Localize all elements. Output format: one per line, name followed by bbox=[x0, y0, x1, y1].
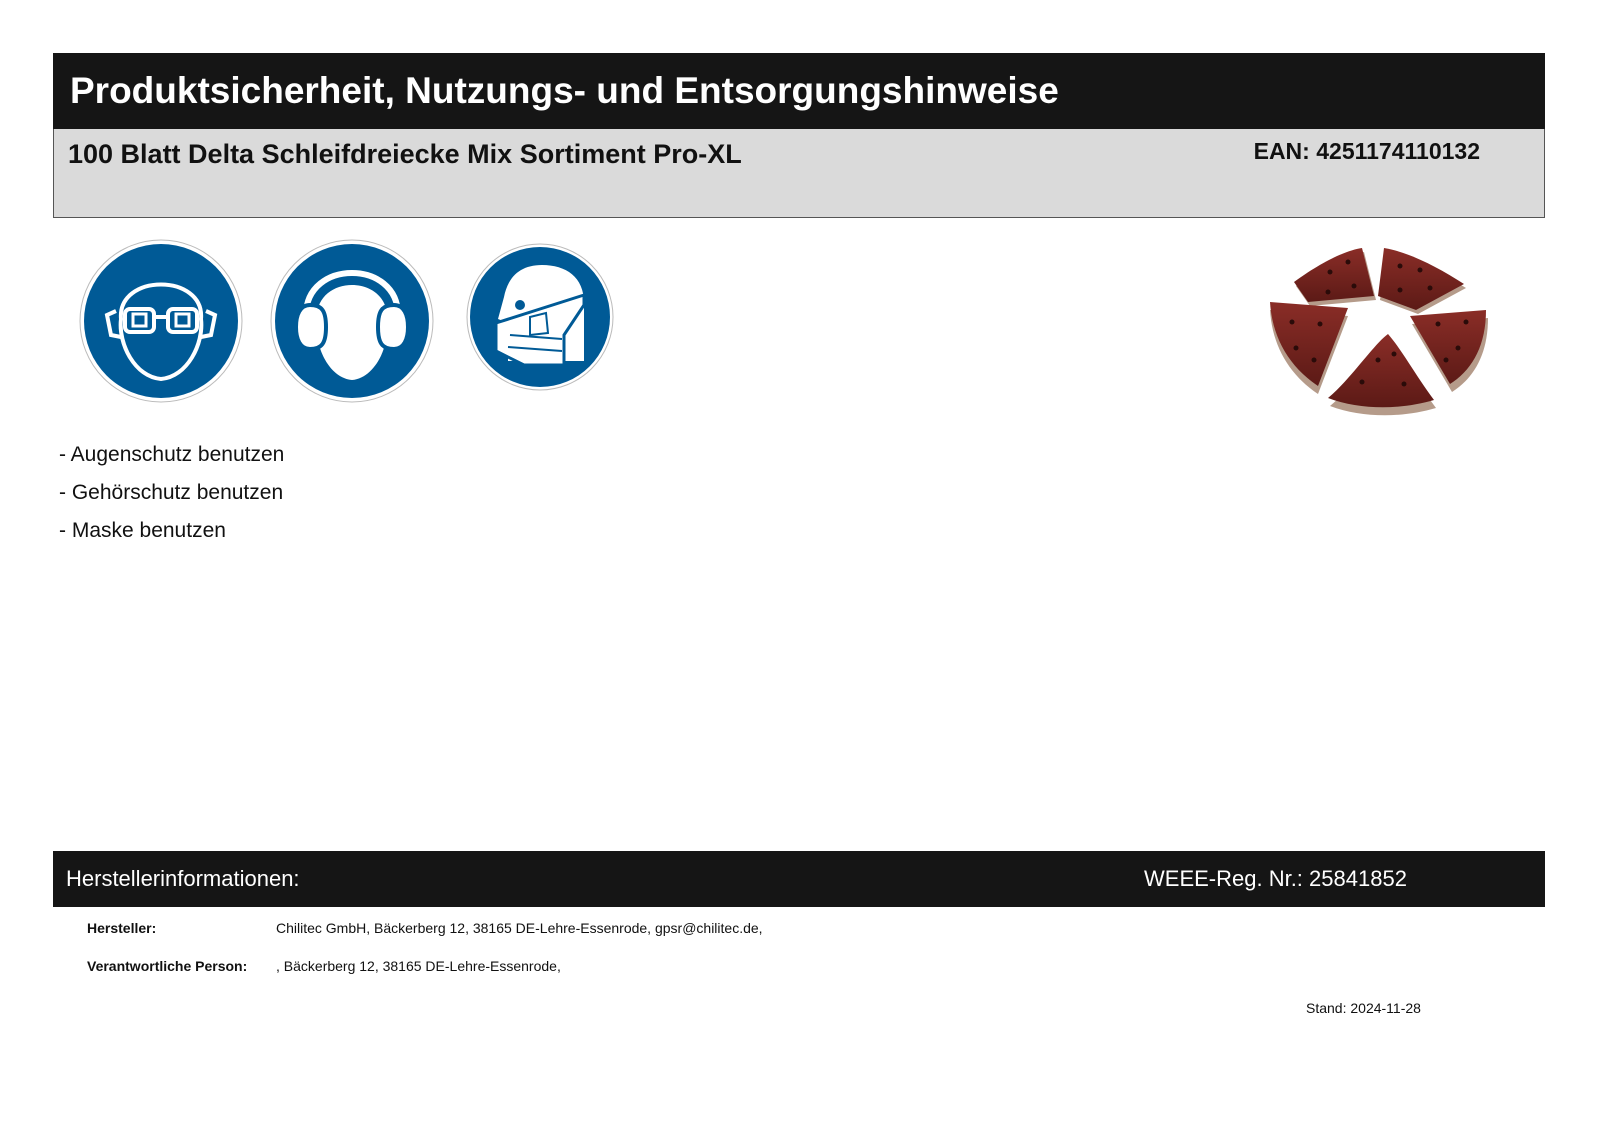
document-title-bar: Produktsicherheit, Nutzungs- und Entsorg… bbox=[53, 53, 1545, 129]
product-name: 100 Blatt Delta Schleifdreiecke Mix Sort… bbox=[68, 139, 742, 169]
manufacturer-value: Chilitec GmbH, Bäckerberg 12, 38165 DE-L… bbox=[276, 920, 763, 936]
instruction-list: - Augenschutz benutzen - Gehörschutz ben… bbox=[59, 436, 284, 550]
hearing-protection-icon bbox=[270, 239, 434, 403]
stand-date: Stand: 2024-11-28 bbox=[1306, 1000, 1421, 1016]
weee-registration: WEEE-Reg. Nr.: 25841852 bbox=[1144, 866, 1407, 892]
list-item: - Maske benutzen bbox=[59, 519, 226, 542]
list-item: - Gehörschutz benutzen bbox=[59, 481, 284, 504]
weee-label: WEEE-Reg. Nr.: bbox=[1144, 866, 1303, 891]
document-title: Produktsicherheit, Nutzungs- und Entsorg… bbox=[70, 70, 1059, 111]
manufacturer-header-bar: Herstellerinformationen: WEEE-Reg. Nr.: … bbox=[53, 851, 1545, 907]
sanding-triangles-image bbox=[1270, 248, 1526, 428]
weee-number: 25841852 bbox=[1309, 866, 1407, 891]
ean-value: 4251174110132 bbox=[1316, 138, 1480, 164]
responsible-person-label: Verantwortliche Person: bbox=[87, 958, 248, 974]
stand-value: 2024-11-28 bbox=[1350, 1000, 1421, 1016]
eye-protection-icon bbox=[79, 239, 243, 403]
stand-label: Stand: bbox=[1306, 1000, 1347, 1016]
list-item: - Augenschutz benutzen bbox=[59, 443, 285, 466]
manufacturer-label: Hersteller: bbox=[87, 920, 157, 936]
mask-icon bbox=[466, 243, 614, 391]
manufacturer-section-title: Herstellerinformationen: bbox=[66, 866, 300, 891]
ean-code: EAN: 4251174110132 bbox=[1254, 138, 1480, 165]
ean-label: EAN: bbox=[1253, 138, 1310, 164]
product-bar: 100 Blatt Delta Schleifdreiecke Mix Sort… bbox=[53, 129, 1545, 218]
responsible-person-value: , Bäckerberg 12, 38165 DE-Lehre-Essenrod… bbox=[276, 958, 561, 974]
